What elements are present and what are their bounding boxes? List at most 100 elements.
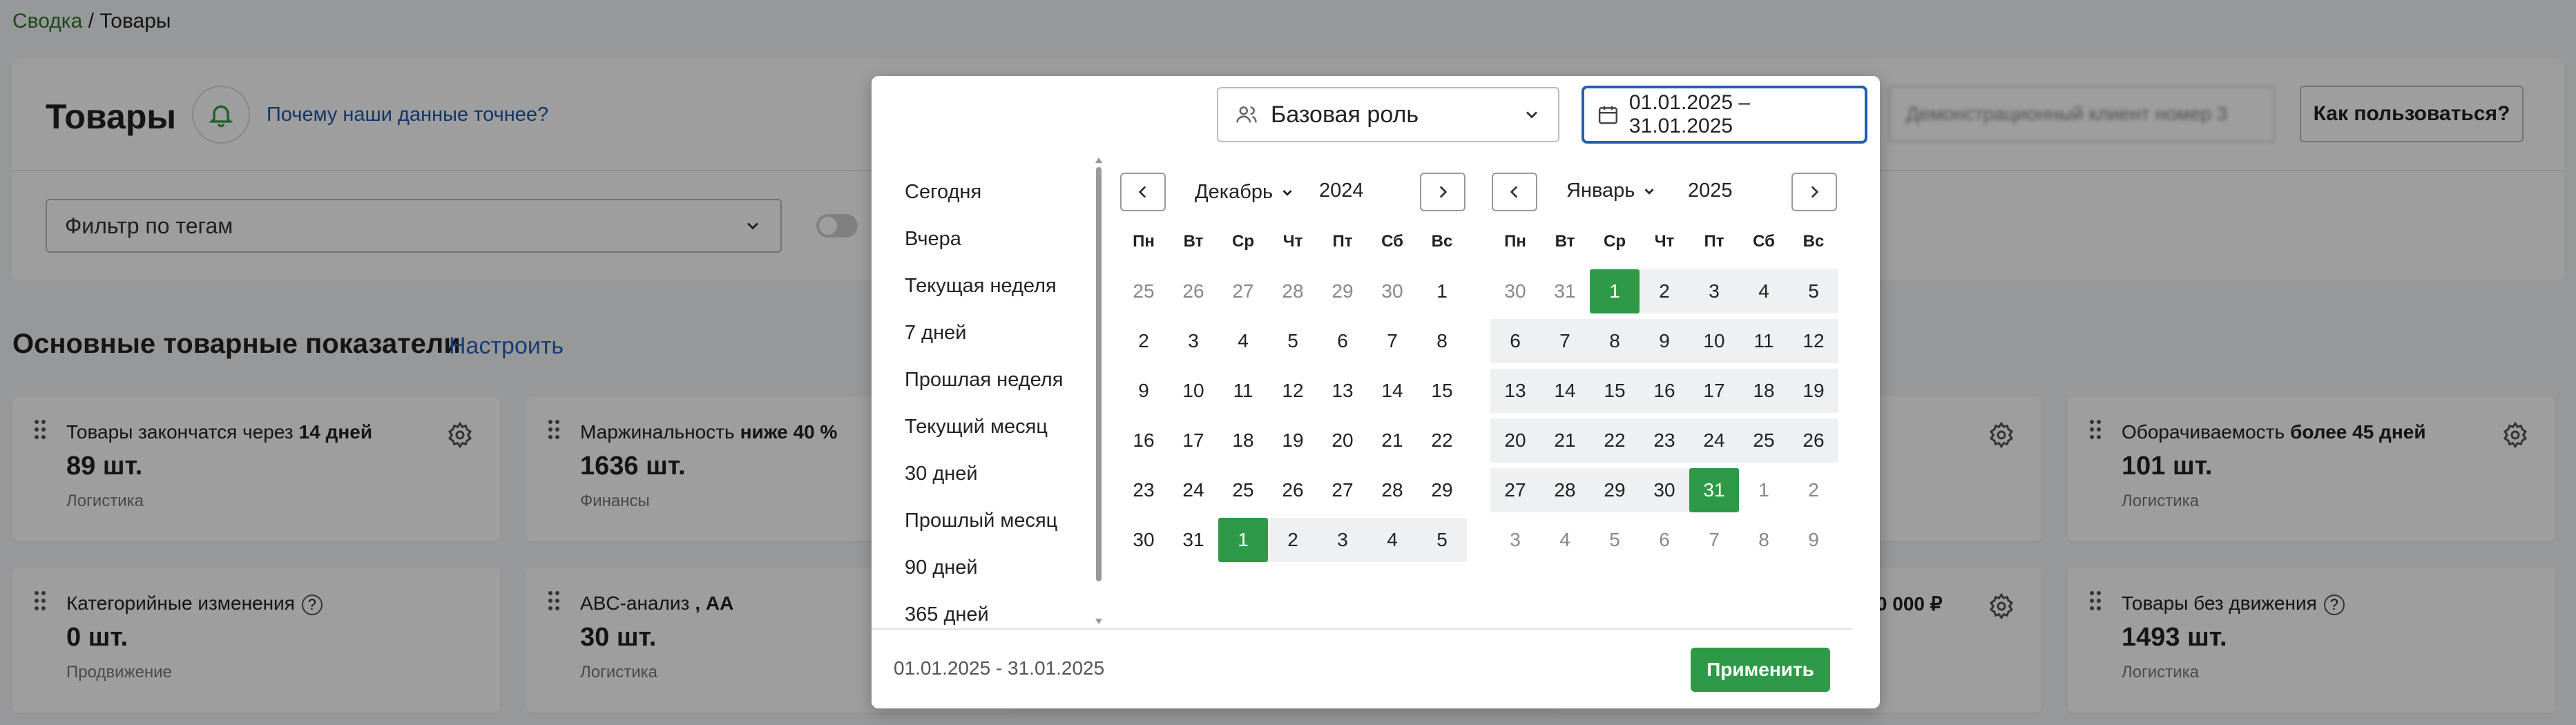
calendar-day[interactable]: 8 <box>1739 518 1789 562</box>
calendar-day[interactable]: 29 <box>1590 468 1640 512</box>
calendar-day[interactable]: 2 <box>1789 468 1838 512</box>
calendar-day[interactable]: 27 <box>1218 269 1268 313</box>
calendar-day[interactable]: 9 <box>1119 369 1169 413</box>
preset-today[interactable]: Сегодня <box>905 181 981 204</box>
calendar-day[interactable]: 18 <box>1218 418 1268 463</box>
preset-7-days[interactable]: 7 дней <box>905 322 966 345</box>
preset-30-days[interactable]: 30 дней <box>905 463 978 485</box>
calendar-day[interactable]: 3 <box>1318 518 1367 562</box>
preset-last-week[interactable]: Прошлая неделя <box>905 369 1063 392</box>
calendar-day[interactable]: 31 <box>1169 518 1218 562</box>
calendar-day-selected[interactable]: 1 <box>1218 518 1268 562</box>
calendar-day[interactable]: 4 <box>1367 518 1417 562</box>
calendar-day[interactable]: 25 <box>1739 418 1789 463</box>
calendar-day[interactable]: 7 <box>1367 319 1417 363</box>
apply-button[interactable]: Применить <box>1691 648 1830 692</box>
calendar-day[interactable]: 10 <box>1169 369 1218 413</box>
calendar-day[interactable]: 30 <box>1119 518 1169 562</box>
calendar-day[interactable]: 3 <box>1689 269 1739 313</box>
calendar-day-selected[interactable]: 31 <box>1689 468 1739 512</box>
calendar-day[interactable]: 5 <box>1590 518 1640 562</box>
calendar-day[interactable]: 2 <box>1119 319 1169 363</box>
prev-month-button[interactable] <box>1120 173 1166 211</box>
calendar-day[interactable]: 9 <box>1640 319 1689 363</box>
calendar-day[interactable]: 13 <box>1490 369 1540 413</box>
role-select[interactable]: Базовая роль <box>1217 87 1559 142</box>
calendar-day[interactable]: 20 <box>1490 418 1540 463</box>
preset-last-month[interactable]: Прошлый месяц <box>905 510 1057 532</box>
calendar-day[interactable]: 11 <box>1739 319 1789 363</box>
next-month-button[interactable] <box>1791 173 1837 211</box>
calendar-day[interactable]: 5 <box>1789 269 1838 313</box>
calendar-day[interactable]: 26 <box>1268 468 1318 512</box>
calendar-day[interactable]: 24 <box>1169 468 1218 512</box>
calendar-day[interactable]: 26 <box>1169 269 1218 313</box>
preset-365-days[interactable]: 365 дней <box>905 603 989 626</box>
calendar-day[interactable]: 30 <box>1640 468 1689 512</box>
calendar-day[interactable]: 16 <box>1640 369 1689 413</box>
next-month-button-left[interactable] <box>1420 173 1465 211</box>
calendar-day[interactable]: 12 <box>1268 369 1318 413</box>
right-month-select[interactable]: Январь <box>1566 180 1657 202</box>
calendar-day[interactable]: 4 <box>1540 518 1590 562</box>
calendar-day[interactable]: 3 <box>1490 518 1540 562</box>
calendar-day[interactable]: 28 <box>1540 468 1590 512</box>
preset-scrollbar[interactable] <box>1096 167 1102 581</box>
calendar-day[interactable]: 10 <box>1689 319 1739 363</box>
calendar-day[interactable]: 7 <box>1689 518 1739 562</box>
calendar-day[interactable]: 7 <box>1540 319 1590 363</box>
calendar-day[interactable]: 21 <box>1367 418 1417 463</box>
calendar-day[interactable]: 6 <box>1318 319 1367 363</box>
calendar-day[interactable]: 15 <box>1590 369 1640 413</box>
calendar-day[interactable]: 29 <box>1417 468 1467 512</box>
calendar-day[interactable]: 29 <box>1318 269 1367 313</box>
calendar-day[interactable]: 1 <box>1417 269 1467 313</box>
calendar-day[interactable]: 13 <box>1318 369 1367 413</box>
calendar-day[interactable]: 12 <box>1789 319 1838 363</box>
left-month-select[interactable]: Декабрь <box>1195 181 1295 204</box>
right-year-label[interactable]: 2025 <box>1688 180 1733 202</box>
preset-90-days[interactable]: 90 дней <box>905 557 978 579</box>
calendar-day[interactable]: 5 <box>1417 518 1467 562</box>
calendar-day[interactable]: 2 <box>1268 518 1318 562</box>
calendar-day[interactable]: 19 <box>1268 418 1318 463</box>
preset-yesterday[interactable]: Вчера <box>905 228 961 251</box>
calendar-day[interactable]: 25 <box>1119 269 1169 313</box>
calendar-day[interactable]: 6 <box>1490 319 1540 363</box>
calendar-day[interactable]: 1 <box>1739 468 1789 512</box>
calendar-day[interactable]: 11 <box>1218 369 1268 413</box>
scroll-up-arrow-icon[interactable] <box>1094 156 1104 164</box>
calendar-day[interactable]: 18 <box>1739 369 1789 413</box>
calendar-day[interactable]: 30 <box>1367 269 1417 313</box>
scroll-down-arrow-icon[interactable] <box>1094 617 1104 626</box>
calendar-day[interactable]: 23 <box>1119 468 1169 512</box>
calendar-day[interactable]: 27 <box>1490 468 1540 512</box>
calendar-day[interactable]: 27 <box>1318 468 1367 512</box>
calendar-day[interactable]: 22 <box>1417 418 1467 463</box>
calendar-day[interactable]: 4 <box>1739 269 1789 313</box>
calendar-day[interactable]: 16 <box>1119 418 1169 463</box>
calendar-day[interactable]: 5 <box>1268 319 1318 363</box>
calendar-day[interactable]: 25 <box>1218 468 1268 512</box>
calendar-day[interactable]: 24 <box>1689 418 1739 463</box>
calendar-day[interactable]: 22 <box>1590 418 1640 463</box>
calendar-day[interactable]: 3 <box>1169 319 1218 363</box>
calendar-day[interactable]: 31 <box>1540 269 1590 313</box>
calendar-day[interactable]: 2 <box>1640 269 1689 313</box>
calendar-day[interactable]: 6 <box>1640 518 1689 562</box>
calendar-day[interactable]: 28 <box>1367 468 1417 512</box>
calendar-day[interactable]: 19 <box>1789 369 1838 413</box>
date-range-input[interactable]: 01.01.2025 – 31.01.2025 <box>1582 86 1867 144</box>
calendar-day[interactable]: 15 <box>1417 369 1467 413</box>
prev-month-button-right[interactable] <box>1492 173 1537 211</box>
calendar-day[interactable]: 30 <box>1490 269 1540 313</box>
calendar-day[interactable]: 4 <box>1218 319 1268 363</box>
preset-current-week[interactable]: Текущая неделя <box>905 275 1057 298</box>
calendar-day[interactable]: 20 <box>1318 418 1367 463</box>
calendar-day-selected[interactable]: 1 <box>1590 269 1640 313</box>
calendar-day[interactable]: 14 <box>1367 369 1417 413</box>
calendar-day[interactable]: 28 <box>1268 269 1318 313</box>
calendar-day[interactable]: 8 <box>1590 319 1640 363</box>
calendar-day[interactable]: 14 <box>1540 369 1590 413</box>
left-year-label[interactable]: 2024 <box>1319 180 1364 202</box>
